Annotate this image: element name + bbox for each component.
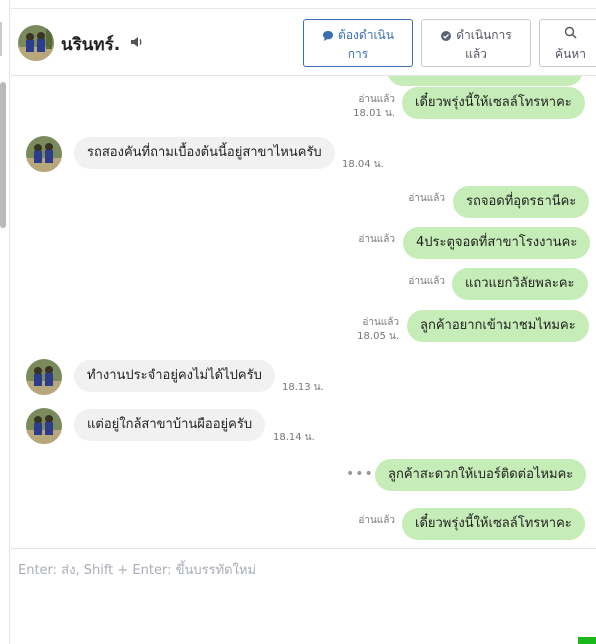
- contact-name: นรินทร์.: [61, 35, 121, 55]
- message-time: 18.13 น.: [282, 382, 324, 393]
- to-do-label-line1: ต้องดำเนิน: [338, 28, 394, 42]
- read-receipt: อ่านแล้ว: [391, 275, 445, 289]
- read-receipt: อ่านแล้ว 18.01 น.: [341, 93, 395, 121]
- contact-avatar[interactable]: [26, 408, 62, 444]
- search-icon: [564, 26, 577, 39]
- message-bubble-incoming[interactable]: รถสองคันที่ถามเบื้องต้นนี้อยู่สาขาไหนครั…: [74, 137, 335, 169]
- message-composer: [11, 548, 596, 644]
- message-time: 18.14 น.: [273, 432, 315, 443]
- left-rail: [0, 0, 10, 644]
- message-bubble-outgoing[interactable]: แถวแยกวิลัยพละคะ: [452, 268, 588, 300]
- done-button[interactable]: ดำเนินการ แล้ว: [421, 19, 531, 67]
- read-label: อ่านแล้ว: [358, 94, 395, 105]
- read-receipt: อ่านแล้ว 18.05 น.: [345, 316, 399, 344]
- message-bubble-incoming[interactable]: ทำงานประจำอยู่คงไม่ได้ไปครับ: [74, 360, 275, 392]
- scrollbar-thumb[interactable]: [0, 82, 6, 228]
- chat-bubble-icon: [323, 30, 334, 41]
- read-label: อ่านแล้ว: [408, 193, 445, 204]
- message-bubble-incoming[interactable]: แต่อยู่ใกล้สาขาบ้านผืออยู่ครับ: [74, 409, 266, 441]
- message-time: 18.04 น.: [342, 159, 384, 170]
- message-bubble-outgoing[interactable]: 4ประตูจอดที่สาขาโรงงานคะ: [403, 227, 591, 259]
- message-time: 18.01 น.: [353, 108, 395, 119]
- read-label: อ่านแล้ว: [358, 515, 395, 526]
- read-label: อ่านแล้ว: [362, 317, 399, 328]
- message-bubble-outgoing[interactable]: เดี๋ยวพรุ่งนี้ให้เซลล์โทรหาคะ: [402, 87, 585, 119]
- contact-avatar[interactable]: [26, 359, 62, 395]
- contact-avatar[interactable]: [26, 136, 62, 172]
- contact-avatar[interactable]: [18, 25, 54, 61]
- read-label: อ่านแล้ว: [358, 234, 395, 245]
- message-input[interactable]: [18, 559, 578, 629]
- message-bubble-outgoing[interactable]: ลูกค้าสะดวกให้เบอร์ติดต่อไหมคะ: [375, 459, 587, 491]
- chat-messages[interactable]: อ่านแล้ว 18.01 น. เดี๋ยวพรุ่งนี้ให้เซลล์…: [11, 76, 596, 548]
- search-button[interactable]: ค้นหา: [539, 19, 596, 67]
- message-time: 18.05 น.: [357, 331, 399, 342]
- search-label: ค้นหา: [555, 47, 586, 61]
- done-label-line2: แล้ว: [465, 47, 487, 61]
- read-label: อ่านแล้ว: [408, 276, 445, 287]
- message-bubble-outgoing[interactable]: รถจอดที่อุดรธานีคะ: [453, 186, 590, 218]
- partial-bubble: [387, 76, 583, 86]
- message-bubble-outgoing[interactable]: เดี๋ยวพรุ่งนี้ให้เซลล์โทรหาคะ: [402, 508, 585, 540]
- message-bubble-outgoing[interactable]: ลูกค้าอยากเข้ามาชมไหมคะ: [407, 310, 589, 342]
- speaker-icon[interactable]: [129, 34, 145, 50]
- sending-indicator: •••: [346, 466, 374, 482]
- collapse-mark: [0, 22, 2, 56]
- chat-header: นรินทร์. ต้องดำเนิน การ ดำเนินการ แล้ว ค…: [11, 8, 596, 76]
- to-do-label-line2: การ: [347, 47, 369, 61]
- to-do-button[interactable]: ต้องดำเนิน การ: [303, 19, 413, 67]
- done-label-line1: ดำเนินการ: [456, 28, 512, 42]
- check-bubble-icon: [441, 30, 452, 41]
- read-receipt: อ่านแล้ว: [341, 233, 395, 247]
- read-receipt: อ่านแล้ว: [391, 192, 445, 206]
- status-indicator: [578, 637, 596, 644]
- read-receipt: อ่านแล้ว: [341, 514, 395, 528]
